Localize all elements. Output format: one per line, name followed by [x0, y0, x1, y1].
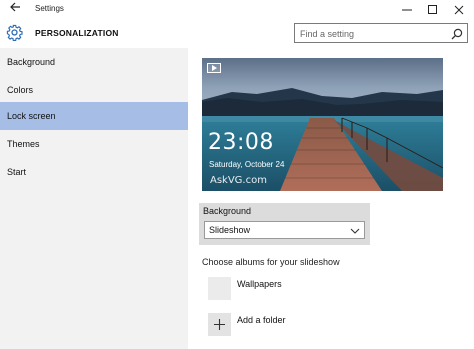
slideshow-icon	[207, 63, 221, 73]
minimize-icon[interactable]	[395, 0, 419, 19]
search-icon[interactable]	[451, 27, 463, 40]
background-label: Background	[203, 206, 252, 216]
preview-image	[202, 58, 443, 191]
lock-screen-preview: 23:08 Saturday, October 24 AskVG.com	[202, 58, 443, 191]
preview-time: 23:08	[208, 130, 274, 155]
main-content: 23:08 Saturday, October 24 AskVG.com Bac…	[188, 48, 474, 349]
page-title: PERSONALIZATION	[35, 28, 119, 38]
maximize-icon[interactable]	[421, 0, 445, 19]
background-selected-value: Slideshow	[209, 225, 251, 235]
sidebar-item-start[interactable]: Start	[0, 158, 188, 186]
background-dropdown[interactable]: Slideshow	[204, 221, 365, 239]
sidebar-item-lock-screen[interactable]: Lock screen	[0, 102, 188, 130]
sidebar-item-themes[interactable]: Themes	[0, 130, 188, 158]
search-input[interactable]	[295, 25, 445, 43]
chevron-down-icon	[350, 225, 360, 235]
search-box[interactable]	[294, 23, 468, 43]
album-name[interactable]: Wallpapers	[237, 279, 282, 289]
plus-icon	[214, 319, 225, 330]
sidebar-item-colors[interactable]: Colors	[0, 76, 188, 104]
albums-heading: Choose albums for your slideshow	[202, 257, 340, 267]
page-header: PERSONALIZATION	[0, 19, 474, 48]
sidebar-item-label: Colors	[7, 85, 34, 95]
sidebar-item-label: Background	[7, 57, 56, 67]
window-title: Settings	[35, 4, 64, 13]
watermark: AskVG.com	[210, 175, 267, 186]
gear-icon	[6, 24, 23, 41]
sidebar-item-label: Lock screen	[7, 111, 56, 121]
background-setting: Background Slideshow	[199, 203, 370, 245]
title-bar: Settings	[0, 0, 474, 19]
sidebar-item-background[interactable]: Background	[0, 48, 188, 76]
sidebar-item-label: Themes	[7, 139, 40, 149]
album-thumbnail[interactable]	[208, 277, 231, 300]
sidebar: Background Colors Lock screen Themes Sta…	[0, 48, 188, 349]
add-folder-label[interactable]: Add a folder	[237, 315, 286, 325]
preview-date: Saturday, October 24	[209, 160, 285, 169]
add-folder-button[interactable]	[208, 313, 231, 336]
sidebar-item-label: Start	[7, 167, 27, 177]
back-arrow-icon[interactable]	[7, 1, 23, 17]
close-icon[interactable]	[447, 0, 471, 19]
